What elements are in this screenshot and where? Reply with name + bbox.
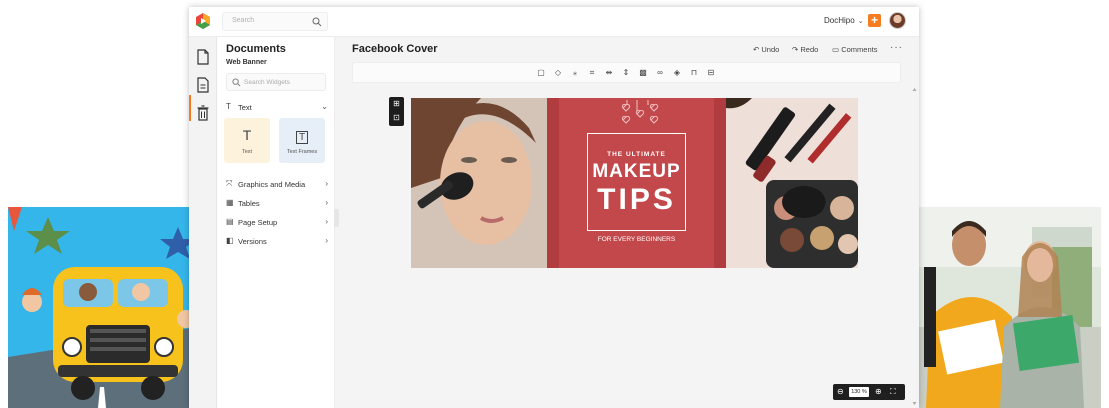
crop-icon[interactable]: ⌗	[587, 68, 597, 78]
text-glyph-icon: T	[242, 127, 252, 143]
chevron-right-icon: ›	[325, 236, 328, 245]
undo-icon: ↶	[753, 45, 760, 54]
zoom-out-icon[interactable]: ⊖	[837, 386, 844, 398]
workspace-label: DocHipo	[824, 16, 855, 25]
canvas-mini-toolbar: ⊞ ⊡	[389, 97, 404, 126]
new-document-icon[interactable]	[196, 49, 210, 65]
magic-wand-icon[interactable]: ⁎	[570, 68, 580, 78]
graphics-icon: ⤧	[226, 179, 233, 188]
banner-line-2: MAKEUP	[592, 161, 681, 182]
redo-icon: ↷	[792, 45, 799, 54]
dochipo-logo-icon[interactable]	[195, 13, 211, 29]
flip-horizontal-icon[interactable]: ⇹	[604, 68, 614, 78]
redo-button[interactable]: ↷ Redo	[792, 45, 818, 54]
chevron-right-icon: ›	[325, 179, 328, 188]
banner-centre-panel: THE ULTIMATE MAKEUP TIPS FOR EVERY BEGIN…	[547, 98, 726, 268]
app-window: Search DocHipo ⌄ + Documents Web Banner S…	[189, 7, 919, 408]
page-icon[interactable]: ⊡	[389, 111, 404, 125]
trash-icon[interactable]	[196, 105, 210, 121]
avatar[interactable]	[889, 12, 906, 29]
model-photo	[411, 98, 547, 268]
table-icon: ▦	[226, 198, 234, 207]
link-icon[interactable]: ∞	[655, 68, 665, 78]
comments-label: Comments	[841, 45, 878, 54]
undo-button[interactable]: ↶ Undo	[753, 45, 779, 54]
section-label: Tables	[238, 199, 260, 208]
workspace-dropdown[interactable]: DocHipo ⌄	[824, 16, 864, 25]
left-rail	[189, 37, 217, 408]
text-widget-tile[interactable]: T Text	[224, 118, 270, 163]
search-icon	[232, 78, 241, 87]
chevron-down-icon: ⌄	[857, 18, 864, 25]
eraser-icon[interactable]: ◇	[553, 68, 563, 78]
search-input[interactable]: Search	[222, 12, 328, 31]
editor-area: Facebook Cover ↶ Undo ↷ Redo ▭ Comments …	[335, 37, 919, 408]
search-icon[interactable]	[312, 17, 322, 27]
active-indicator	[189, 95, 191, 121]
add-button[interactable]: +	[868, 14, 881, 27]
element-toolbar: ▢ ◇ ⁎ ⌗ ⇹ ⇕ ▩ ∞ ◈ ⊓ ⊟	[352, 62, 901, 83]
text-frames-widget-tile[interactable]: T Text Frames	[279, 118, 325, 163]
page-setup-section[interactable]: ▤ Page Setup ›	[226, 216, 328, 230]
chevron-right-icon: ›	[325, 217, 328, 226]
documents-icon[interactable]	[196, 77, 210, 93]
section-label: Versions	[238, 237, 267, 246]
zoom-in-icon[interactable]: ⊕	[875, 386, 882, 398]
banner-line-3: TIPS	[597, 183, 676, 216]
zoom-controls: ⊖ 130 % ⊕ ⛶	[833, 384, 905, 400]
section-label: Page Setup	[238, 218, 278, 227]
students-photo	[912, 207, 1101, 408]
tile-label: Text	[241, 149, 253, 155]
comments-button[interactable]: ▭ Comments	[832, 45, 877, 54]
graphics-media-section[interactable]: ⤧ Graphics and Media ›	[226, 178, 328, 192]
page-setup-icon: ▤	[226, 217, 234, 226]
zoom-level[interactable]: 130 %	[849, 387, 869, 397]
text-section-header[interactable]: T Text ⌄	[226, 101, 328, 115]
flip-vertical-icon[interactable]: ⇕	[621, 68, 631, 78]
hearts-decoration-icon	[621, 100, 659, 124]
school-bus-image	[8, 207, 198, 408]
versions-section[interactable]: ◧ Versions ›	[226, 235, 328, 249]
grid-icon[interactable]: ⊞	[389, 97, 404, 111]
design-canvas[interactable]: THE ULTIMATE MAKEUP TIPS FOR EVERY BEGIN…	[411, 98, 858, 268]
text-frame-glyph-icon: T	[279, 127, 325, 144]
transparency-icon[interactable]: ▩	[638, 68, 648, 78]
text-icon: T	[226, 102, 231, 111]
lock-icon[interactable]: ⊓	[689, 68, 699, 78]
versions-icon: ◧	[226, 236, 234, 245]
redo-label: Redo	[800, 45, 819, 54]
panel-subtitle: Web Banner	[226, 59, 267, 66]
makeup-products-photo	[726, 98, 858, 268]
widget-search-input[interactable]: Search Widgets	[226, 73, 326, 91]
more-options-icon[interactable]: ···	[890, 42, 903, 53]
clipboard-icon[interactable]: ▢	[536, 68, 546, 78]
banner-line-4: FOR EVERY BEGINNERS	[597, 236, 676, 243]
comment-icon: ▭	[832, 45, 840, 54]
tables-section[interactable]: ▦ Tables ›	[226, 197, 328, 211]
section-label: Graphics and Media	[238, 180, 306, 189]
chevron-down-icon: ⌄	[321, 102, 328, 111]
fullscreen-icon[interactable]: ⛶	[890, 386, 896, 398]
search-placeholder: Search	[232, 17, 255, 24]
tile-label: Text Frames	[286, 149, 318, 155]
widget-search-placeholder: Search Widgets	[244, 79, 290, 86]
undo-label: Undo	[761, 45, 780, 54]
text-section-label: Text	[238, 103, 252, 112]
delete-icon[interactable]: ⊟	[706, 68, 716, 78]
chevron-right-icon: ›	[325, 198, 328, 207]
vertical-scrollbar[interactable]	[912, 87, 917, 407]
layers-icon[interactable]: ◈	[672, 68, 682, 78]
top-bar: Search DocHipo ⌄ +	[189, 7, 919, 37]
widgets-panel: Documents Web Banner Search Widgets T Te…	[217, 37, 335, 408]
banner-line-1: THE ULTIMATE	[607, 151, 666, 158]
panel-title: Documents	[226, 43, 286, 55]
document-title[interactable]: Facebook Cover	[352, 43, 438, 55]
